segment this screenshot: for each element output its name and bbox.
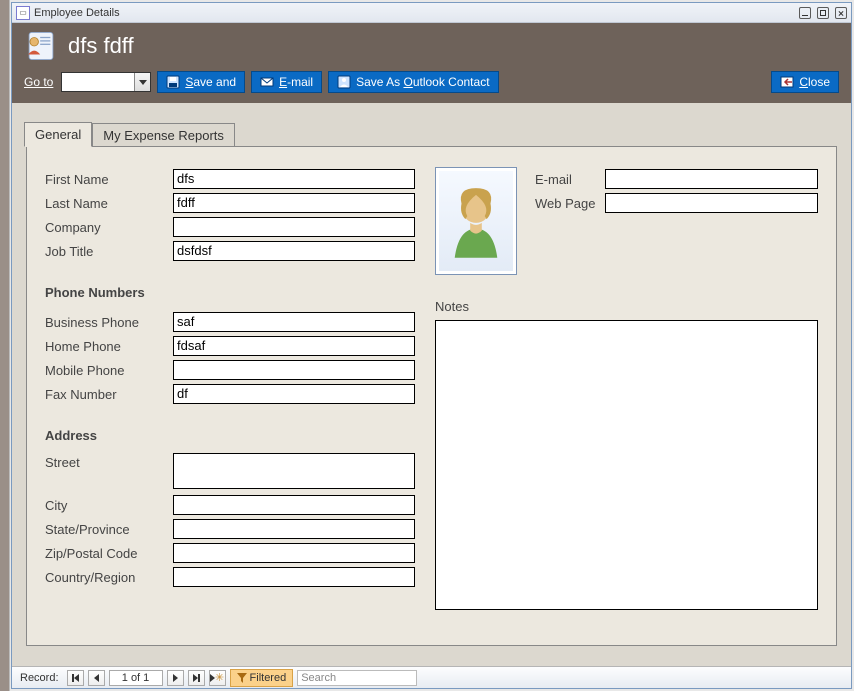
close-label: Close [799,75,830,89]
tab-strip: General My Expense Reports [24,121,837,146]
country-label: Country/Region [45,570,173,585]
tab-general[interactable]: General [24,122,92,147]
first-name-field[interactable]: dfs [173,169,415,189]
first-name-label: First Name [45,172,173,187]
form-body: General My Expense Reports First Name df… [12,103,851,666]
filtered-indicator[interactable]: Filtered [230,669,294,687]
state-field[interactable] [173,519,415,539]
save-outlook-label: Save As Outlook Contact [356,75,489,89]
filtered-label: Filtered [250,672,287,684]
window-title: Employee Details [34,7,799,19]
form-icon: ▭ [16,6,30,20]
mobile-phone-label: Mobile Phone [45,363,173,378]
fax-number-label: Fax Number [45,387,173,402]
country-field[interactable] [173,567,415,587]
goto-combo[interactable] [61,72,151,92]
business-phone-field[interactable]: saf [173,312,415,332]
new-record-button[interactable]: ✳ [209,670,226,686]
email-label: E-mail [279,75,313,89]
toolbar: Go to Save and E-mail Save As Outlook Co… [24,71,839,93]
left-gutter [0,0,10,691]
close-window-icon[interactable] [835,7,847,19]
prev-record-button[interactable] [88,670,105,686]
webpage-label: Web Page [535,196,605,211]
webpage-field[interactable] [605,193,818,213]
record-label: Record: [16,672,63,684]
email-label: E-mail [535,172,605,187]
photo-attachment[interactable] [435,167,517,275]
record-navigation-bar: Record: 1 of 1 ✳ Filtered Search [12,666,851,688]
save-and-button[interactable]: Save and [157,71,245,93]
email-button[interactable]: E-mail [251,71,322,93]
maximize-icon[interactable] [817,7,829,19]
record-position[interactable]: 1 of 1 [109,670,163,686]
business-phone-label: Business Phone [45,315,173,330]
close-button[interactable]: Close [771,71,839,93]
save-outlook-button[interactable]: Save As Outlook Contact [328,71,498,93]
job-title-label: Job Title [45,244,173,259]
chevron-down-icon[interactable] [134,73,150,91]
city-label: City [45,498,173,513]
company-field[interactable] [173,217,415,237]
company-label: Company [45,220,173,235]
home-phone-field[interactable]: fdsaf [173,336,415,356]
home-phone-label: Home Phone [45,339,173,354]
search-input[interactable]: Search [297,670,417,686]
street-label: Street [45,453,173,470]
avatar [439,171,513,271]
first-record-button[interactable] [67,670,84,686]
save-and-label: Save and [185,75,236,89]
email-field[interactable] [605,169,818,189]
form-header: dfs fdff Go to Save and E-mail Save As O… [12,23,851,103]
tab-expense-reports[interactable]: My Expense Reports [92,123,235,147]
tab-panel-general: First Name dfs Last Name fdff Company Jo… [26,146,837,646]
fax-number-field[interactable]: df [173,384,415,404]
state-label: State/Province [45,522,173,537]
last-record-button[interactable] [188,670,205,686]
last-name-label: Last Name [45,196,173,211]
page-title: dfs fdff [68,33,134,59]
minimize-icon[interactable] [799,7,811,19]
employee-details-window: ▭ Employee Details dfs fdff Go [11,2,852,689]
window-titlebar: ▭ Employee Details [12,3,851,23]
job-title-field[interactable]: dsfdsf [173,241,415,261]
zip-label: Zip/Postal Code [45,546,173,561]
person-card-icon [24,29,58,63]
funnel-icon [237,673,247,683]
mobile-phone-field[interactable] [173,360,415,380]
address-section-heading: Address [45,428,415,443]
street-field[interactable] [173,453,415,489]
zip-field[interactable] [173,543,415,563]
phone-section-heading: Phone Numbers [45,285,415,300]
notes-field[interactable] [435,320,818,610]
city-field[interactable] [173,495,415,515]
last-name-field[interactable]: fdff [173,193,415,213]
notes-label: Notes [435,299,818,314]
goto-label[interactable]: Go to [24,75,53,89]
next-record-button[interactable] [167,670,184,686]
